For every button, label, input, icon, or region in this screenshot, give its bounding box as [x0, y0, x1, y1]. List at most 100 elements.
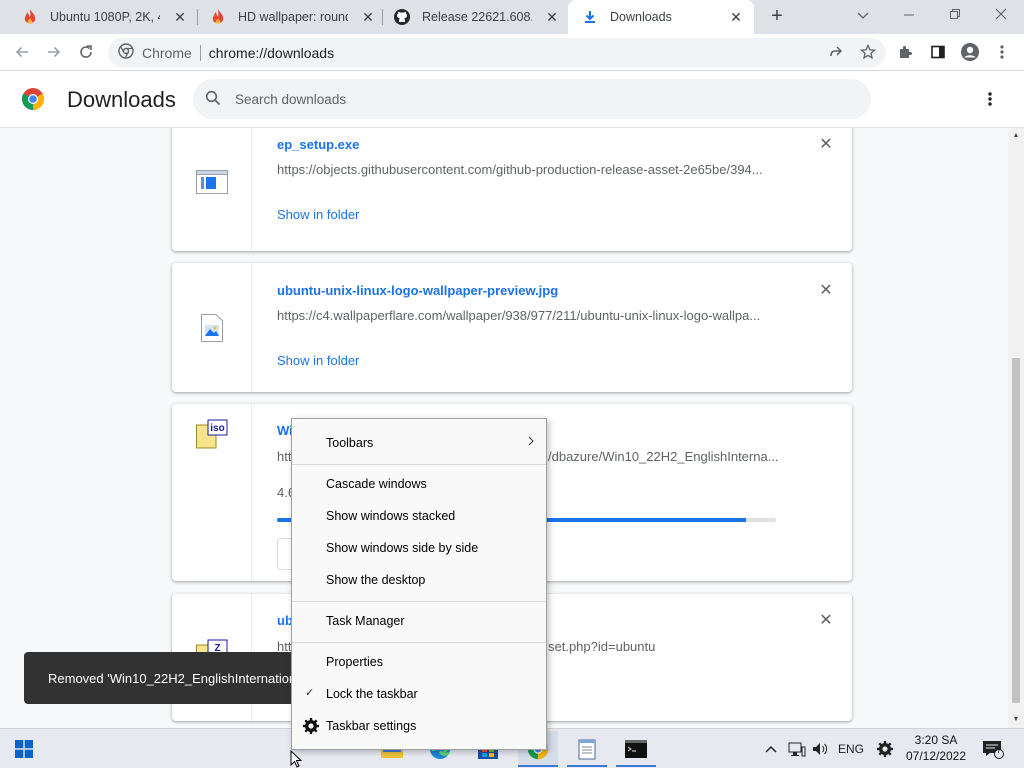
close-icon[interactable]: ✕	[728, 9, 744, 25]
close-icon[interactable]: ✕	[360, 9, 376, 25]
menu-item-label: Show windows stacked	[326, 509, 456, 523]
command-prompt-icon[interactable]	[616, 731, 656, 767]
menu-item-cascade[interactable]: Cascade windows	[292, 469, 546, 499]
menu-item-stacked[interactable]: Show windows stacked	[292, 501, 546, 531]
taskbar-context-menu: Toolbars Cascade windows Show windows st…	[291, 418, 547, 750]
profile-avatar[interactable]	[958, 40, 982, 64]
scroll-up-icon[interactable]: ▲	[1012, 132, 1020, 140]
file-url-tail: set.php?id=ubuntu	[548, 639, 656, 654]
menu-item-side-by-side[interactable]: Show windows side by side	[292, 533, 546, 563]
page-title: Downloads	[67, 87, 176, 112]
iso-file-icon: iso	[196, 418, 228, 450]
language-text: ENG	[838, 742, 865, 756]
menu-item-label: Toolbars	[326, 436, 374, 450]
menu-item-label: Show the desktop	[326, 573, 426, 587]
tab-title: Downloads	[610, 10, 672, 24]
notification-center-icon[interactable]: 7	[982, 729, 1004, 768]
search-input[interactable]	[235, 91, 795, 107]
tab-hd-wallpaper[interactable]: HD wallpaper: round b ✕	[196, 0, 386, 34]
menu-item-label: Lock the taskbar	[326, 687, 418, 701]
side-panel-icon[interactable]	[926, 40, 950, 64]
exe-file-icon	[196, 166, 228, 198]
svg-text:iso: iso	[210, 423, 224, 434]
menu-separator	[292, 601, 546, 602]
close-icon[interactable]: ✕	[544, 9, 560, 25]
gear-icon	[302, 717, 320, 735]
menu-item-properties[interactable]: Properties	[292, 647, 546, 677]
site-chip: Chrome	[142, 44, 192, 61]
language-indicator[interactable]: ENG	[838, 729, 864, 768]
download-item: ubuntu-unix-linux-logo-wallpaper-preview…	[172, 263, 852, 392]
reload-button[interactable]	[74, 40, 98, 64]
notepad-icon[interactable]	[567, 731, 607, 767]
restore-button[interactable]	[932, 0, 978, 32]
toast-text: Removed 'Win10_22H2_EnglishInternation	[48, 670, 294, 686]
close-icon[interactable]: ✕	[172, 9, 188, 25]
scroll-thumb[interactable]	[1012, 358, 1020, 703]
tab-ubuntu-wallpaper[interactable]: Ubuntu 1080P, 2K, 4K, ✕	[8, 0, 198, 34]
menu-item-label: Taskbar settings	[326, 719, 417, 733]
show-in-folder-link[interactable]: Show in folder	[277, 207, 359, 222]
back-button[interactable]	[10, 40, 34, 64]
address-bar[interactable]: Chrome chrome://downloads	[108, 38, 886, 67]
page-scrollbar[interactable]: ▲ ▼	[1008, 128, 1024, 728]
search-downloads[interactable]	[193, 79, 871, 119]
image-file-icon	[196, 312, 228, 344]
share-icon[interactable]	[828, 44, 844, 63]
menu-item-toolbars[interactable]: Toolbars	[292, 428, 546, 458]
start-button[interactable]	[4, 731, 44, 767]
close-window-button[interactable]	[978, 0, 1024, 32]
menu-item-label: Cascade windows	[326, 477, 427, 491]
menu-item-show-desktop[interactable]: Show the desktop	[292, 565, 546, 595]
show-hidden-icons[interactable]	[764, 729, 778, 768]
new-tab-button[interactable]: +	[766, 6, 788, 28]
chrome-logo	[21, 87, 45, 114]
clock-date: 07/12/2022	[905, 749, 967, 763]
file-name-link[interactable]: ep_setup.exe	[277, 137, 359, 152]
tab-title: Ubuntu 1080P, 2K, 4K,	[50, 10, 160, 24]
close-icon[interactable]: ✕	[818, 137, 834, 153]
forward-button[interactable]	[42, 40, 66, 64]
tab-github-release[interactable]: Release 22621.608.51. ✕	[380, 0, 570, 34]
tab-downloads[interactable]: Downloads ✕	[568, 0, 754, 34]
github-icon	[394, 9, 410, 25]
mouse-cursor-icon	[290, 749, 303, 768]
search-icon	[205, 90, 221, 109]
downloads-header: Downloads	[0, 71, 1024, 128]
flame-icon	[22, 9, 38, 25]
chevron-right-icon	[528, 435, 534, 449]
file-url-tail: /dbazure/Win10_22H2_EnglishInterna...	[548, 449, 779, 464]
menu-item-task-manager[interactable]: Task Manager	[292, 606, 546, 636]
more-actions-icon[interactable]	[988, 91, 992, 110]
volume-icon[interactable]	[812, 729, 830, 768]
download-icon	[582, 9, 598, 25]
system-clock[interactable]: 3:20 SA 07/12/2022	[900, 732, 972, 764]
file-url[interactable]: https://c4.wallpaperflare.com/wallpaper/…	[277, 308, 772, 323]
file-name-link[interactable]: ubuntu-unix-linux-logo-wallpaper-preview…	[277, 283, 558, 298]
show-in-folder-link[interactable]: Show in folder	[277, 353, 359, 368]
browser-toolbar: Chrome chrome://downloads	[0, 34, 1024, 71]
scroll-down-icon[interactable]: ▼	[1012, 716, 1020, 724]
checkmark-icon: ✓	[305, 687, 315, 699]
menu-item-lock-taskbar[interactable]: ✓ Lock the taskbar	[292, 679, 546, 709]
menu-kebab-icon[interactable]	[990, 40, 1014, 64]
clock-time: 3:20 SA	[914, 733, 958, 747]
notification-count: 7	[996, 745, 1002, 755]
menu-separator	[292, 464, 546, 465]
close-icon[interactable]: ✕	[818, 613, 834, 629]
gear-icon[interactable]	[876, 729, 894, 768]
bookmark-star-icon[interactable]	[859, 43, 877, 63]
menu-separator	[292, 642, 546, 643]
menu-item-taskbar-settings[interactable]: Taskbar settings	[292, 711, 546, 741]
menu-item-label: Show windows side by side	[326, 541, 479, 555]
url-text: chrome://downloads	[208, 44, 335, 61]
extensions-icon[interactable]	[894, 40, 918, 64]
network-icon[interactable]	[788, 729, 806, 768]
minimize-button[interactable]	[886, 0, 932, 32]
menu-item-label: Properties	[326, 655, 383, 669]
tab-title: Release 22621.608.51.	[422, 10, 532, 24]
download-item: ep_setup.exe https://objects.githubuserc…	[172, 128, 852, 251]
tab-search-button[interactable]	[840, 0, 886, 32]
file-url[interactable]: https://objects.githubusercontent.com/gi…	[277, 162, 772, 177]
close-icon[interactable]: ✕	[818, 283, 834, 299]
